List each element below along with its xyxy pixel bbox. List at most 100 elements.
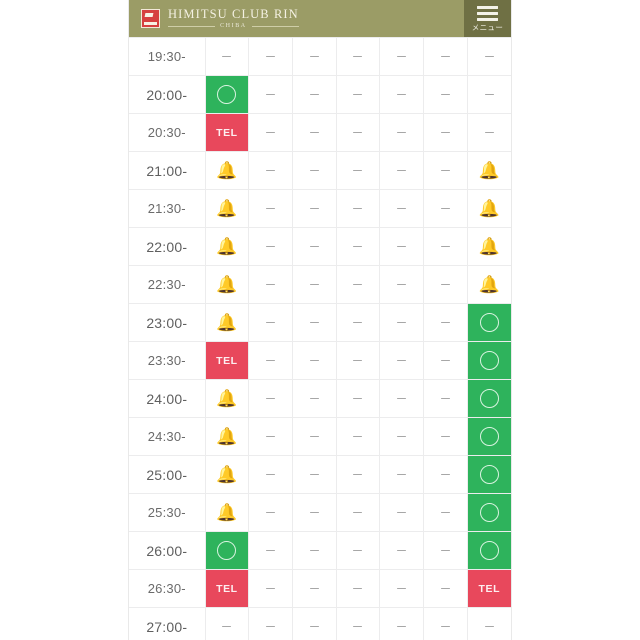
schedule-cell[interactable] bbox=[336, 455, 381, 494]
schedule-cell[interactable] bbox=[292, 569, 337, 608]
status-available[interactable] bbox=[467, 380, 511, 417]
schedule-cell[interactable] bbox=[467, 37, 511, 76]
schedule-cell[interactable] bbox=[205, 75, 250, 114]
schedule-cell[interactable] bbox=[467, 75, 511, 114]
schedule-cell[interactable] bbox=[248, 75, 293, 114]
schedule-cell[interactable] bbox=[292, 607, 337, 640]
schedule-cell[interactable]: 🔔 bbox=[205, 227, 250, 266]
schedule-cell[interactable] bbox=[292, 37, 337, 76]
schedule-cell[interactable] bbox=[379, 37, 425, 76]
schedule-cell[interactable]: 🔔 bbox=[467, 227, 511, 266]
status-notify[interactable]: 🔔 bbox=[205, 152, 249, 189]
schedule-cell[interactable]: 🔔 bbox=[205, 189, 250, 228]
schedule-cell[interactable]: 🔔 bbox=[205, 303, 250, 342]
schedule-cell[interactable] bbox=[248, 493, 293, 532]
schedule-cell[interactable] bbox=[379, 493, 425, 532]
schedule-cell[interactable] bbox=[248, 569, 293, 608]
schedule-cell[interactable] bbox=[248, 37, 293, 76]
schedule-cell[interactable] bbox=[423, 569, 468, 608]
schedule-cell[interactable] bbox=[248, 455, 293, 494]
schedule-cell[interactable]: TEL bbox=[205, 569, 250, 608]
status-notify[interactable]: 🔔 bbox=[467, 266, 511, 303]
schedule-cell[interactable] bbox=[336, 75, 381, 114]
schedule-cell[interactable] bbox=[248, 303, 293, 342]
status-available[interactable] bbox=[205, 532, 249, 569]
schedule-cell[interactable] bbox=[379, 75, 425, 114]
status-available[interactable] bbox=[467, 304, 511, 341]
schedule-cell[interactable] bbox=[379, 341, 425, 380]
schedule-cell[interactable] bbox=[336, 265, 381, 304]
schedule-cell[interactable] bbox=[205, 37, 250, 76]
schedule-cell[interactable] bbox=[423, 531, 468, 570]
schedule-cell[interactable] bbox=[423, 493, 468, 532]
schedule-cell[interactable] bbox=[336, 379, 381, 418]
schedule-cell[interactable] bbox=[423, 151, 468, 190]
schedule-cell[interactable]: 🔔 bbox=[205, 455, 250, 494]
schedule-cell[interactable] bbox=[336, 227, 381, 266]
schedule-cell[interactable] bbox=[336, 303, 381, 342]
schedule-cell[interactable] bbox=[423, 227, 468, 266]
schedule-cell[interactable]: 🔔 bbox=[205, 493, 250, 532]
schedule-cell[interactable] bbox=[379, 417, 425, 456]
schedule-cell[interactable] bbox=[248, 379, 293, 418]
schedule-cell[interactable] bbox=[292, 75, 337, 114]
schedule-cell[interactable] bbox=[379, 151, 425, 190]
schedule-cell[interactable] bbox=[205, 607, 250, 640]
schedule-cell[interactable]: TEL bbox=[467, 569, 511, 608]
schedule-cell[interactable] bbox=[467, 493, 511, 532]
schedule-cell[interactable]: TEL bbox=[205, 341, 250, 380]
schedule-cell[interactable] bbox=[336, 37, 381, 76]
schedule-cell[interactable] bbox=[379, 569, 425, 608]
schedule-cell[interactable] bbox=[248, 265, 293, 304]
schedule-cell[interactable]: 🔔 bbox=[205, 265, 250, 304]
hamburger-menu-button[interactable]: メニュー bbox=[464, 0, 511, 37]
schedule-cell[interactable] bbox=[336, 151, 381, 190]
status-available[interactable] bbox=[467, 456, 511, 493]
schedule-cell[interactable] bbox=[292, 341, 337, 380]
schedule-cell[interactable] bbox=[292, 379, 337, 418]
schedule-cell[interactable] bbox=[292, 303, 337, 342]
status-notify[interactable]: 🔔 bbox=[467, 190, 511, 227]
schedule-cell[interactable] bbox=[423, 379, 468, 418]
schedule-cell[interactable] bbox=[292, 417, 337, 456]
status-notify[interactable]: 🔔 bbox=[205, 266, 249, 303]
schedule-cell[interactable]: 🔔 bbox=[205, 417, 250, 456]
schedule-cell[interactable] bbox=[423, 303, 468, 342]
schedule-cell[interactable] bbox=[467, 113, 511, 152]
schedule-cell[interactable] bbox=[205, 531, 250, 570]
status-notify[interactable]: 🔔 bbox=[205, 456, 249, 493]
schedule-cell[interactable] bbox=[379, 189, 425, 228]
schedule-cell[interactable] bbox=[379, 265, 425, 304]
schedule-cell[interactable] bbox=[336, 113, 381, 152]
status-tel[interactable]: TEL bbox=[467, 570, 511, 607]
schedule-cell[interactable]: 🔔 bbox=[467, 189, 511, 228]
schedule-cell[interactable] bbox=[423, 455, 468, 494]
schedule-cell[interactable]: 🔔 bbox=[205, 379, 250, 418]
schedule-cell[interactable] bbox=[423, 75, 468, 114]
status-available[interactable] bbox=[467, 342, 511, 379]
schedule-cell[interactable]: 🔔 bbox=[467, 265, 511, 304]
status-notify[interactable]: 🔔 bbox=[467, 228, 511, 265]
status-available[interactable] bbox=[467, 418, 511, 455]
schedule-cell[interactable] bbox=[292, 455, 337, 494]
schedule-cell[interactable] bbox=[248, 113, 293, 152]
schedule-cell[interactable] bbox=[423, 265, 468, 304]
schedule-cell[interactable] bbox=[423, 37, 468, 76]
schedule-cell[interactable] bbox=[423, 341, 468, 380]
schedule-cell[interactable] bbox=[467, 303, 511, 342]
schedule-cell[interactable] bbox=[336, 493, 381, 532]
schedule-cell[interactable] bbox=[467, 417, 511, 456]
schedule-cell[interactable] bbox=[467, 531, 511, 570]
status-tel[interactable]: TEL bbox=[205, 570, 249, 607]
brand-logo[interactable]: HIMITSU CLUB RIN CHIBA bbox=[141, 7, 299, 30]
schedule-cell[interactable] bbox=[336, 569, 381, 608]
status-tel[interactable]: TEL bbox=[205, 342, 249, 379]
schedule-cell[interactable] bbox=[467, 379, 511, 418]
schedule-cell[interactable] bbox=[292, 265, 337, 304]
schedule-cell[interactable] bbox=[248, 531, 293, 570]
schedule-cell[interactable] bbox=[248, 227, 293, 266]
schedule-cell[interactable] bbox=[336, 417, 381, 456]
schedule-cell[interactable] bbox=[248, 341, 293, 380]
schedule-cell[interactable] bbox=[423, 189, 468, 228]
schedule-cell[interactable] bbox=[292, 227, 337, 266]
